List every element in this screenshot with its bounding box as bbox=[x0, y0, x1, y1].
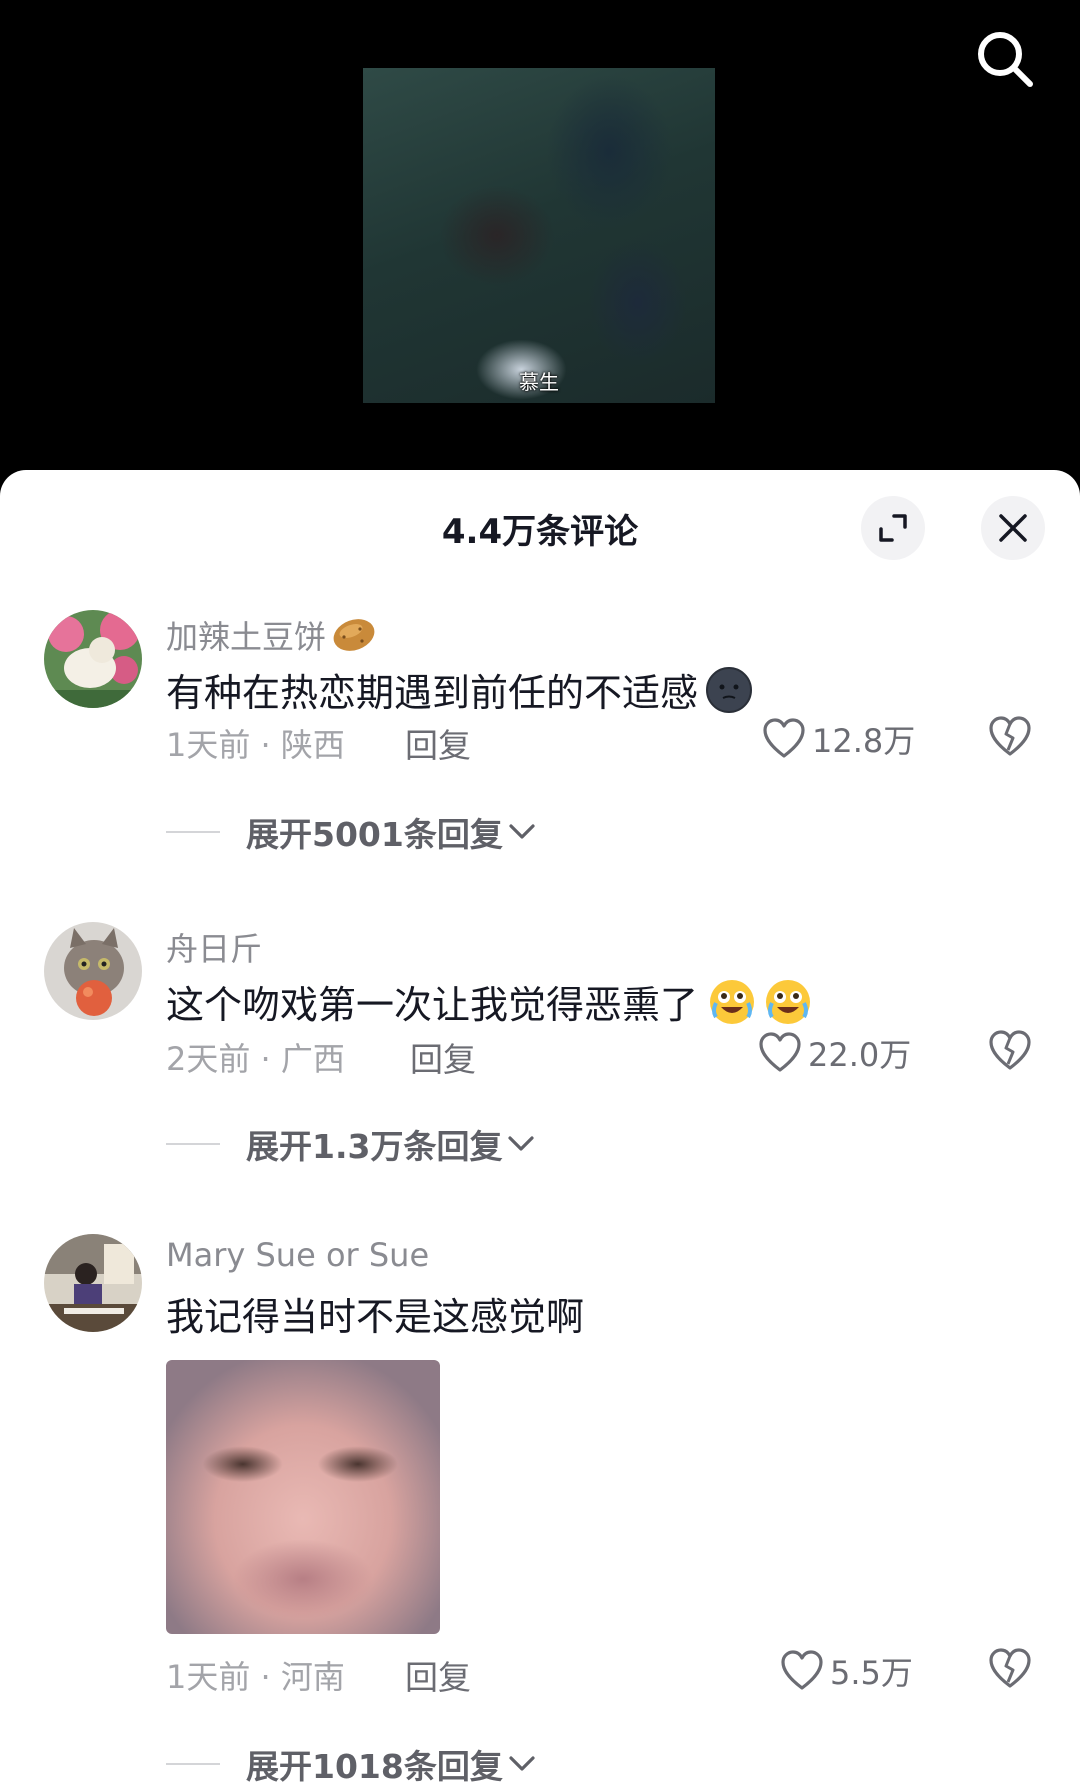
dislike-button[interactable] bbox=[988, 1030, 1032, 1076]
divider bbox=[166, 1143, 220, 1145]
fullscreen-button[interactable] bbox=[861, 496, 925, 560]
like-button[interactable]: 22.0万 bbox=[758, 1030, 911, 1076]
reply-button[interactable]: 回复 bbox=[405, 1651, 471, 1699]
like-count: 22.0万 bbox=[808, 1036, 912, 1074]
broken-heart-icon bbox=[989, 716, 1031, 756]
close-icon bbox=[999, 514, 1027, 542]
like-count: 12.8万 bbox=[812, 722, 916, 760]
avatar[interactable] bbox=[44, 610, 142, 708]
expand-replies-button[interactable]: 展开1.3万条回复 bbox=[166, 1120, 536, 1168]
heart-icon bbox=[781, 1650, 823, 1690]
comment-username[interactable]: 加辣土豆饼 bbox=[166, 612, 378, 658]
meme-image[interactable] bbox=[166, 1360, 440, 1634]
comment-text: 我记得当时不是这感觉啊 bbox=[166, 1295, 585, 1339]
video-player[interactable]: 慕生 bbox=[0, 0, 1080, 480]
comment-text: 这个吻戏第一次让我觉得恶熏了 bbox=[166, 974, 814, 1029]
comments-sheet: 4.4万条评论 加辣土豆饼 有种在热恋期遇到前任的不适感 1天前 · 陕西 回复… bbox=[0, 470, 1080, 1782]
heart-icon bbox=[759, 1032, 801, 1072]
chevron-down-icon bbox=[509, 824, 535, 839]
comment-meta: 1天前 · 陕西 bbox=[166, 726, 345, 764]
divider bbox=[166, 831, 220, 833]
chevron-down-icon bbox=[508, 1136, 535, 1151]
broken-heart-icon bbox=[989, 1648, 1031, 1688]
like-button[interactable]: 5.5万 bbox=[780, 1648, 913, 1694]
heart-icon bbox=[763, 718, 805, 758]
expand-replies-button[interactable]: 展开1018条回复 bbox=[166, 1740, 537, 1782]
expand-icon bbox=[879, 514, 907, 542]
dislike-button[interactable] bbox=[988, 1648, 1032, 1694]
dislike-button[interactable] bbox=[988, 716, 1032, 762]
close-button[interactable] bbox=[981, 496, 1045, 560]
comment-username[interactable]: 舟日斤 bbox=[166, 924, 262, 970]
divider bbox=[166, 1763, 220, 1765]
avatar[interactable] bbox=[44, 1234, 142, 1332]
broken-heart-icon bbox=[989, 1030, 1031, 1070]
like-count: 5.5万 bbox=[830, 1654, 913, 1692]
crying-laughing-emoji-icon bbox=[766, 979, 811, 1024]
like-button[interactable]: 12.8万 bbox=[762, 716, 915, 762]
avatar[interactable] bbox=[44, 922, 142, 1020]
comment-text: 有种在热恋期遇到前任的不适感 bbox=[166, 662, 754, 717]
dark-moon-face-emoji-icon bbox=[706, 666, 753, 713]
potato-emoji-icon bbox=[333, 619, 375, 651]
crying-laughing-emoji-icon bbox=[710, 979, 755, 1024]
chevron-down-icon bbox=[509, 1756, 535, 1771]
search-icon bbox=[978, 32, 1033, 87]
comment-username[interactable]: Mary Sue or Sue bbox=[166, 1236, 429, 1274]
video-frame[interactable]: 慕生 bbox=[363, 68, 715, 403]
video-subtitle: 慕生 bbox=[519, 370, 559, 394]
comment-meta: 1天前 · 河南 bbox=[166, 1658, 345, 1696]
expand-replies-button[interactable]: 展开5001条回复 bbox=[166, 808, 537, 856]
comment-meta: 2天前 · 广西 bbox=[166, 1040, 345, 1078]
reply-button[interactable]: 回复 bbox=[405, 719, 471, 767]
reply-button[interactable]: 回复 bbox=[410, 1033, 476, 1081]
search-button[interactable] bbox=[974, 28, 1036, 90]
